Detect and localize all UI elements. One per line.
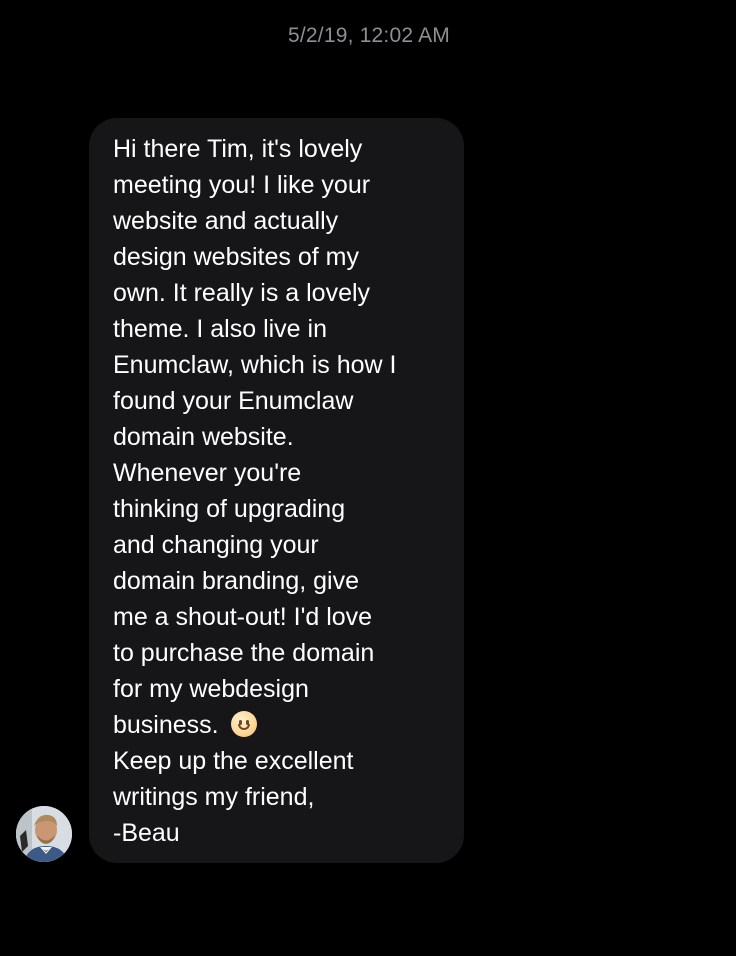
message-line: thinking of upgrading [113,495,346,523]
message-line: me a shout-out! I'd love [113,603,373,631]
sender-avatar[interactable] [16,806,72,862]
message-line: domain branding, give [113,567,359,595]
message-line: for my webdesign [113,675,309,703]
slightly-smiling-face-icon [230,711,257,737]
message-line-text: business. [113,711,219,739]
message-line: website and actually [113,207,339,235]
message-line: writings my friend, [113,783,315,811]
message-line: meeting you! I like your [113,171,371,199]
message-line: theme. I also live in [113,315,327,343]
message-line: Enumclaw, which is how I [113,351,397,379]
message-line: -Beau [113,819,180,847]
message-line: Keep up the excellent [113,747,354,775]
message-timestamp: 5/2/19, 12:02 AM [0,24,736,48]
message-bubble[interactable]: Hi there Tim, it's lovely meeting you! I… [89,118,464,863]
message-line: Whenever you're [113,459,302,487]
timestamp-text: 5/2/19, 12:02 AM [288,24,450,47]
message-line: own. It really is a lovely [113,279,371,307]
message-line: found your Enumclaw [113,387,354,415]
message-line: Hi there Tim, it's lovely [113,135,363,163]
message-line: design websites of my [113,243,359,271]
message-line: domain website. [113,423,294,451]
message-line-with-emoji: business. [113,707,444,743]
avatar-photo-icon [16,806,72,862]
emoji-mouth [237,724,250,730]
message-line: and changing your [113,531,319,559]
message-line: to purchase the domain [113,639,375,667]
